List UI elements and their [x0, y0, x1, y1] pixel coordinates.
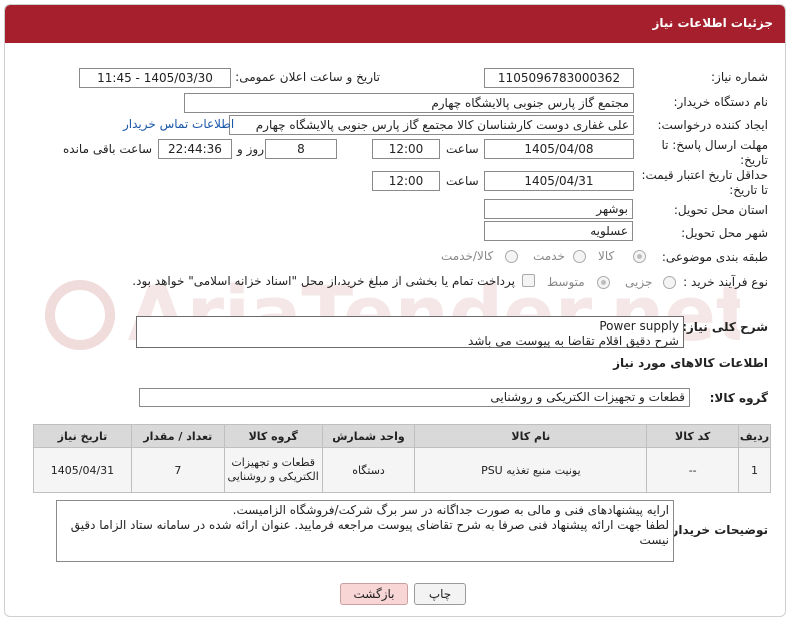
category-option-service: خدمت	[533, 249, 565, 263]
price-validity-date-field: 1405/04/31	[484, 171, 634, 191]
category-radio-goods[interactable]	[633, 250, 646, 263]
remaining-time-label: ساعت باقی مانده	[63, 142, 153, 156]
remaining-time-field: 22:44:36	[158, 139, 232, 159]
col-header-code: کد کالا	[646, 424, 740, 448]
category-label: طبقه بندی موضوعی:	[661, 250, 768, 264]
cell-quantity: 7	[130, 447, 225, 493]
deadline-time-field: 12:00	[372, 139, 440, 159]
description-label: شرح کلی نیاز:	[682, 320, 768, 334]
purchase-option-medium: متوسط	[547, 275, 585, 289]
col-header-row-number: ردیف	[738, 424, 771, 448]
need-number-label: شماره نیاز:	[711, 70, 768, 84]
purchase-radio-minor[interactable]	[663, 276, 676, 289]
deadline-time-label: ساعت	[446, 142, 479, 156]
province-label: استان محل تحویل:	[673, 203, 768, 217]
days-label: روز و	[237, 142, 264, 156]
category-radio-goods-service[interactable]	[505, 250, 518, 263]
description-line2: شرح دقیق اقلام تقاضا به پیوست می باشد	[468, 334, 679, 348]
buyer-contact-link[interactable]: اطلاعات تماس خریدار	[123, 117, 234, 131]
cell-code: --	[646, 447, 740, 493]
price-validity-label-line1: حداقل تاریخ اعتبار قیمت:	[641, 168, 768, 182]
buyer-org-label: نام دستگاه خریدار:	[673, 95, 769, 109]
col-header-name: نام کالا	[414, 424, 648, 448]
buyer-notes-field: ارایه پیشنهادهای فنی و مالی به صورت جداگ…	[56, 500, 674, 562]
buyer-notes-label: توضیحات خریدار:	[666, 523, 768, 537]
requester-field: علی غفاری دوست کارشناسان کالا مجتمع گاز …	[229, 115, 634, 135]
price-validity-label-line2: تا تاریخ:	[729, 183, 768, 197]
goods-table: ردیف کد کالا نام کالا واحد شمارش گروه کا…	[33, 424, 771, 493]
col-header-quantity: تعداد / مقدار	[130, 424, 225, 448]
goods-group-field: قطعات و تجهیزات الکتریکی و روشنایی	[139, 388, 690, 407]
buyer-notes-line1: ارایه پیشنهادهای فنی و مالی به صورت جداگ…	[232, 503, 669, 517]
print-button[interactable]: چاپ	[414, 583, 466, 605]
deadline-date-field: 1405/04/08	[484, 139, 634, 159]
purchase-radio-medium[interactable]	[597, 276, 610, 289]
goods-info-title: اطلاعات کالاهای مورد نیاز	[613, 356, 768, 370]
cell-name: یونیت منبع تغذیه PSU	[414, 447, 648, 493]
price-validity-time-label: ساعت	[446, 174, 479, 188]
panel-header: جزئیات اطلاعات نیاز	[5, 5, 785, 43]
province-field: بوشهر	[484, 199, 633, 219]
col-header-date: تاریخ نیاز	[33, 424, 132, 448]
treasury-payment-checkbox[interactable]	[522, 274, 535, 287]
announce-field: 1405/03/30 - 11:45	[79, 68, 231, 88]
back-button[interactable]: بازگشت	[340, 583, 408, 605]
cell-date: 1405/04/31	[33, 447, 132, 493]
category-option-goods: کالا	[598, 249, 615, 263]
category-option-goods-service: کالا/خدمت	[441, 249, 494, 263]
table-header-row: ردیف کد کالا نام کالا واحد شمارش گروه کا…	[33, 424, 771, 448]
city-label: شهر محل تحویل:	[681, 226, 768, 240]
deadline-label-line1: مهلت ارسال پاسخ: تا	[661, 138, 768, 152]
category-radio-service[interactable]	[573, 250, 586, 263]
price-validity-time-field: 12:00	[372, 171, 440, 191]
cell-unit: دستگاه	[321, 447, 416, 493]
announce-label: تاریخ و ساعت اعلان عمومی:	[235, 70, 380, 84]
col-header-group: گروه کالا	[223, 424, 323, 448]
treasury-payment-note: پرداخت تمام یا بخشی از مبلغ خرید،از محل …	[132, 274, 515, 288]
panel-title: جزئیات اطلاعات نیاز	[652, 16, 773, 30]
purchase-option-minor: جزیی	[625, 275, 653, 289]
description-line1: Power supply	[599, 319, 679, 333]
col-header-unit: واحد شمارش	[321, 424, 416, 448]
buyer-org-field: مجتمع گاز پارس جنوبی پالایشگاه چهارم	[184, 93, 634, 113]
days-remaining-field: 8	[265, 139, 337, 159]
cell-row-number: 1	[738, 447, 771, 493]
description-field: Power supply شرح دقیق اقلام تقاضا به پیو…	[136, 316, 684, 348]
deadline-label-line2: تاریخ:	[740, 153, 768, 167]
table-row: 1 -- یونیت منبع تغذیه PSU دستگاه قطعات و…	[33, 447, 771, 493]
buyer-notes-line2: لطفا جهت ارائه پیشنهاد فنی صرفا به شرح ت…	[70, 518, 669, 547]
purchase-type-label: نوع فرآیند خرید :	[683, 275, 768, 289]
city-field: عسلویه	[484, 221, 633, 241]
cell-group: قطعات و تجهیزات الکتریکی و روشنایی	[223, 447, 323, 493]
need-number-field: 1105096783000362	[484, 68, 634, 88]
requester-label: ایجاد کننده درخواست:	[657, 118, 768, 132]
goods-group-label: گروه کالا:	[709, 391, 768, 405]
